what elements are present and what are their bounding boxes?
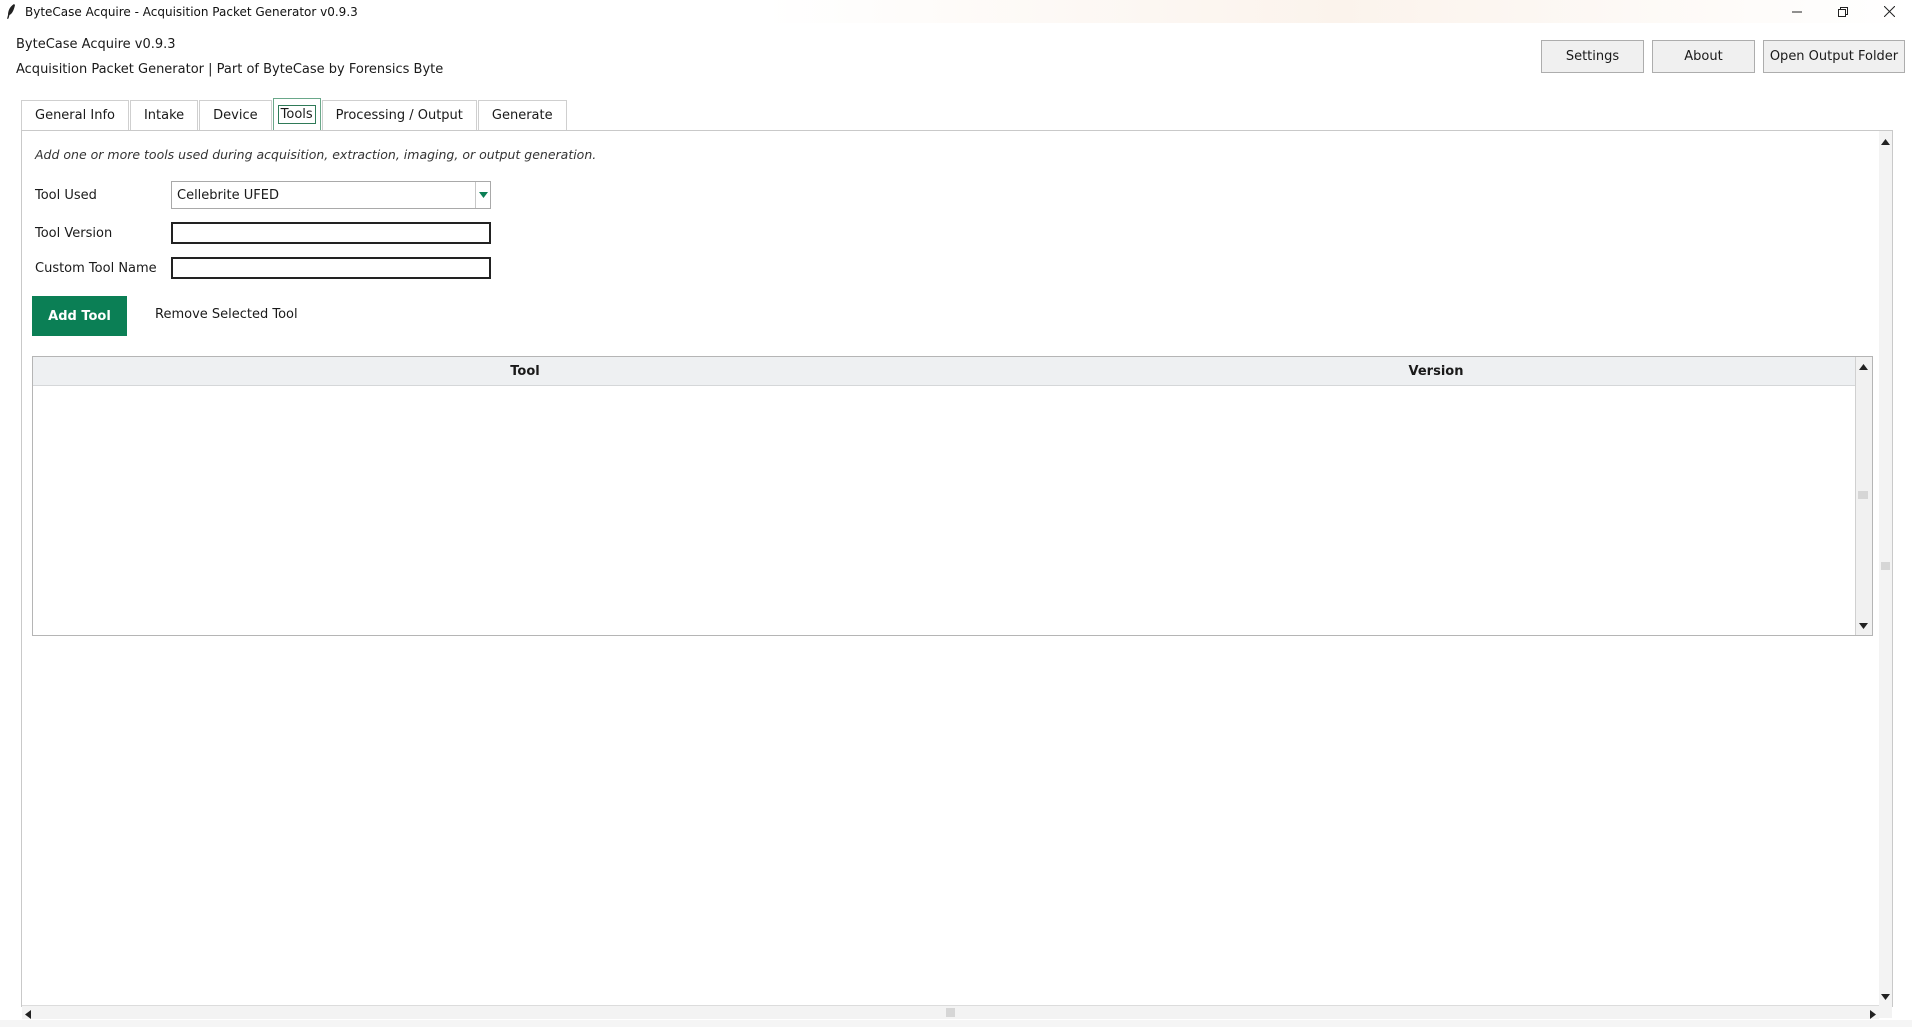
table-scrollbar[interactable] (1855, 357, 1872, 635)
scroll-up-icon[interactable] (1859, 359, 1868, 374)
tool-version-input[interactable] (171, 222, 491, 244)
tools-table[interactable]: Tool Version (32, 356, 1873, 636)
app-name: ByteCase Acquire v0.9.3 (16, 37, 176, 52)
tool-used-select[interactable]: Cellebrite UFED (171, 181, 491, 209)
tab-device[interactable]: Device (199, 100, 272, 130)
custom-tool-name-label: Custom Tool Name (35, 261, 157, 276)
app-subtitle: Acquisition Packet Generator | Part of B… (16, 62, 444, 77)
column-header-version[interactable]: Version (1409, 364, 1464, 379)
settings-button[interactable]: Settings (1541, 40, 1644, 73)
add-tool-button[interactable]: Add Tool (32, 296, 127, 336)
scroll-down-icon[interactable] (1881, 989, 1890, 1004)
scrollbar-thumb[interactable] (1881, 562, 1890, 570)
tab-generate[interactable]: Generate (477, 100, 567, 130)
tab-general-info[interactable]: General Info (21, 100, 129, 130)
scrollbar-corner (1879, 1005, 1892, 1018)
window-bottom-edge (0, 1020, 1912, 1027)
title-bar: ByteCase Acquire - Acquisition Packet Ge… (0, 0, 1912, 23)
open-output-folder-button[interactable]: Open Output Folder (1763, 40, 1905, 73)
column-header-tool[interactable]: Tool (510, 364, 539, 379)
table-header: Tool Version (33, 357, 1857, 386)
panel-vertical-scrollbar[interactable] (1879, 131, 1892, 1007)
tab-bar: General Info Intake Device Tools Process… (21, 98, 568, 130)
feather-icon (4, 4, 18, 20)
chevron-down-icon[interactable] (475, 182, 490, 208)
remove-selected-tool-button[interactable]: Remove Selected Tool (155, 307, 298, 322)
tool-used-label: Tool Used (35, 188, 97, 203)
scrollbar-thumb[interactable] (1858, 491, 1868, 499)
tab-processing-output[interactable]: Processing / Output (321, 100, 477, 130)
scrollbar-thumb[interactable] (946, 1008, 955, 1017)
tab-tools-label: Tools (277, 105, 316, 124)
tool-version-label: Tool Version (35, 226, 113, 241)
panel-horizontal-scrollbar[interactable] (22, 1005, 1879, 1019)
tab-tools[interactable]: Tools (272, 98, 321, 130)
close-icon[interactable] (1866, 0, 1912, 23)
scroll-up-icon[interactable] (1881, 134, 1890, 149)
window-title: ByteCase Acquire - Acquisition Packet Ge… (25, 4, 358, 19)
tab-intake[interactable]: Intake (129, 100, 199, 130)
tool-used-value: Cellebrite UFED (177, 188, 279, 203)
scroll-down-icon[interactable] (1859, 618, 1868, 633)
about-button[interactable]: About (1652, 40, 1755, 73)
minimize-icon[interactable] (1774, 0, 1820, 23)
custom-tool-name-input[interactable] (171, 257, 491, 279)
restore-icon[interactable] (1820, 0, 1866, 23)
tools-hint: Add one or more tools used during acquis… (35, 147, 597, 162)
